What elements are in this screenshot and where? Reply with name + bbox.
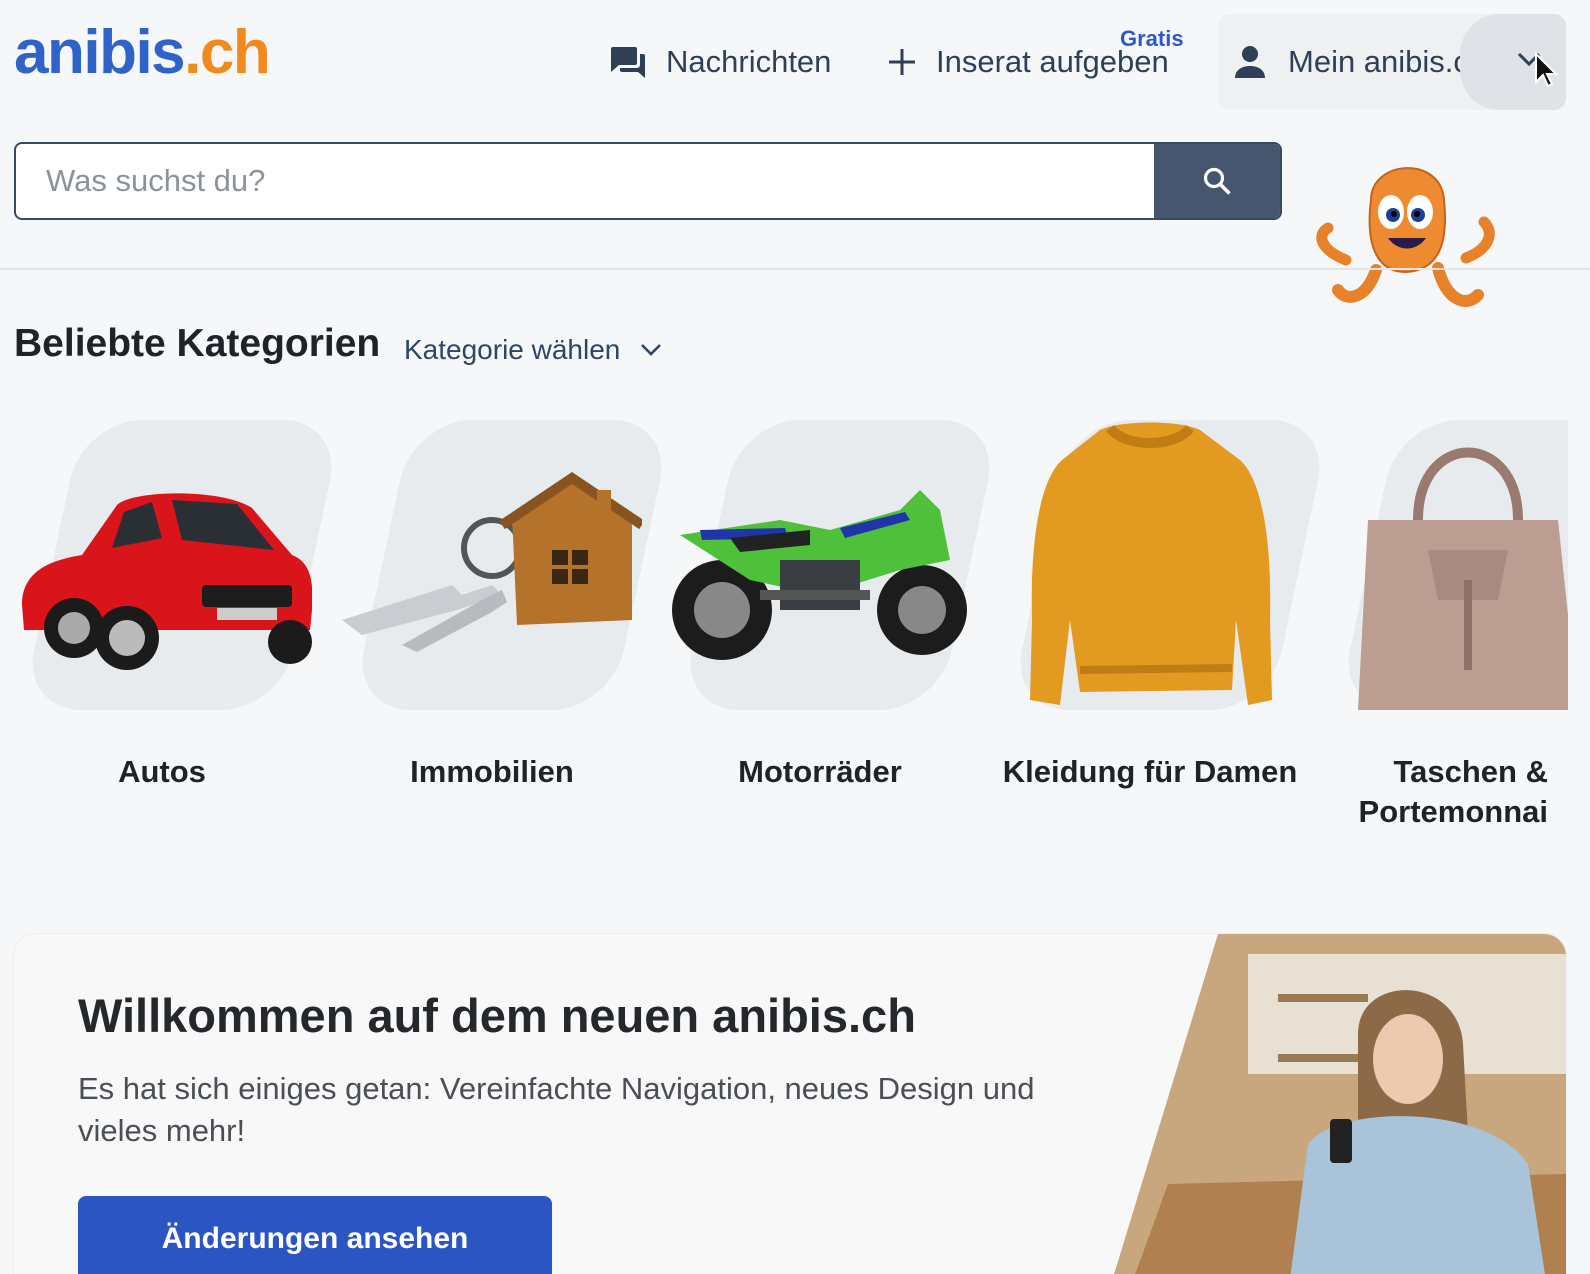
- category-taschen[interactable]: Taschen & Portemonnai: [1328, 420, 1568, 840]
- welcome-banner: Willkommen auf dem neuen anibis.ch Es ha…: [14, 934, 1566, 1274]
- mouse-cursor-icon: [1535, 52, 1558, 88]
- category-label-line2: Portemonnai: [1358, 794, 1548, 829]
- banner-text: Es hat sich einiges getan: Vereinfachte …: [78, 1071, 1035, 1148]
- category-label-line1: Taschen &: [1393, 754, 1548, 789]
- handbag-image-icon: [1358, 447, 1568, 710]
- logo-text-main: anibis: [14, 18, 186, 87]
- search-icon: [1203, 167, 1231, 195]
- woman-with-phone-photo: [1114, 934, 1566, 1274]
- messages-label: Nachrichten: [666, 44, 832, 79]
- banner-title: Willkommen auf dem neuen anibis.ch: [78, 989, 916, 1042]
- page: anibis.ch Nachrichten Inserat aufgeben G…: [0, 0, 1590, 1274]
- chat-bubbles-icon: [611, 47, 645, 78]
- popular-categories-heading: Beliebte Kategorien: [14, 322, 381, 365]
- anibis-logo[interactable]: anibis.ch: [14, 22, 271, 84]
- logo-text-tld: .ch: [184, 18, 271, 87]
- search-input[interactable]: [16, 144, 1154, 218]
- view-changes-button[interactable]: Änderungen ansehen: [78, 1196, 552, 1274]
- house-keys-image-icon: [342, 471, 642, 652]
- category-select-label: Kategorie wählen: [404, 334, 621, 365]
- category-label: Motorräder: [738, 754, 902, 789]
- user-icon: [1235, 46, 1265, 78]
- search-bar: [14, 142, 1282, 220]
- free-badge: Gratis: [1120, 26, 1184, 51]
- search-button[interactable]: [1154, 144, 1280, 218]
- category-label: Taschen & Portemonnai: [1328, 752, 1548, 832]
- motorcycle-image-icon: [672, 490, 967, 660]
- sweater-image-icon: [1030, 422, 1272, 705]
- account-label: Mein anibis.ch: [1288, 44, 1487, 79]
- header-divider: [0, 268, 1590, 270]
- category-label: Autos: [118, 754, 206, 789]
- chevron-down-icon: [641, 344, 662, 356]
- plus-icon: [889, 49, 915, 75]
- category-select[interactable]: Kategorie wählen: [404, 330, 662, 370]
- account-menu[interactable]: Mein anibis.ch: [1218, 14, 1566, 110]
- category-label: Immobilien: [410, 754, 574, 789]
- category-label: Kleidung für Damen: [1002, 754, 1298, 789]
- car-image-icon: [22, 493, 312, 670]
- octopus-mascot-icon: [1316, 167, 1495, 307]
- messages-link[interactable]: Nachrichten: [608, 40, 831, 84]
